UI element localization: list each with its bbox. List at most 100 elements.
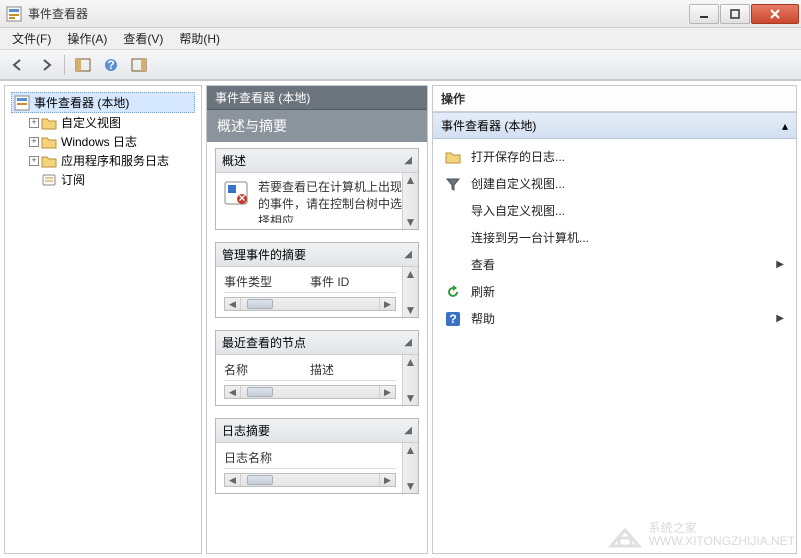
col-log-name[interactable]: 日志名称 [224,449,396,466]
admin-summary-header[interactable]: 管理事件的摘要 ◢ [216,243,418,267]
minimize-button[interactable] [689,4,719,24]
maximize-button[interactable] [720,4,750,24]
expand-icon[interactable]: + [29,156,39,166]
group-label: 最近查看的节点 [222,334,306,351]
vertical-scrollbar[interactable]: ▲▼ [402,443,418,493]
col-name[interactable]: 名称 [224,361,310,378]
action-label: 连接到另一台计算机... [471,229,589,246]
center-title: 概述与摘要 [207,110,427,142]
admin-summary-body: 事件类型 事件 ID ◀▶ ▲▼ [216,267,418,317]
tree-node-root[interactable]: 事件查看器 (本地) [11,92,195,113]
log-summary-body: 日志名称 ◀▶ ▲▼ [216,443,418,493]
group-label: 概述 [222,152,246,169]
nav-forward-button[interactable] [34,53,58,77]
action-label: 打开保存的日志... [471,148,565,165]
vertical-scrollbar[interactable]: ▲▼ [402,267,418,317]
action-import-custom-view[interactable]: 导入自定义视图... [433,197,796,224]
help-icon: ? [445,311,461,327]
menu-help[interactable]: 帮助(H) [171,28,228,49]
actions-section-label: 事件查看器 (本地) [441,117,536,134]
log-columns: 日志名称 [224,449,396,469]
action-refresh[interactable]: 刷新 [433,278,796,305]
admin-summary-group: 管理事件的摘要 ◢ 事件类型 事件 ID ◀▶ ▲▼ [215,242,419,318]
expand-icon[interactable]: + [29,118,39,128]
menu-action[interactable]: 操作(A) [59,28,115,49]
recent-nodes-group: 最近查看的节点 ◢ 名称 描述 ◀▶ ▲▼ [215,330,419,406]
vertical-scrollbar[interactable]: ▲▼ [402,173,418,229]
tree-root: 事件查看器 (本地) + 自定义视图 + Windows 日志 + 应用程序和服… [9,90,197,191]
group-label: 日志摘要 [222,422,270,439]
overview-group: 概述 ◢ × 若要查看已在计算机上出现的事件，请在控制台树中选择相应 ▲▼ [215,148,419,230]
close-button[interactable] [751,4,799,24]
expand-icon[interactable]: + [29,137,39,147]
tree-children: + 自定义视图 + Windows 日志 + 应用程序和服务日志 [27,113,195,189]
overview-body: × 若要查看已在计算机上出现的事件，请在控制台树中选择相应 ▲▼ [216,173,418,229]
action-label: 刷新 [471,283,495,300]
col-description[interactable]: 描述 [310,361,396,378]
group-label: 管理事件的摘要 [222,246,306,263]
tree-node-label: 事件查看器 (本地) [34,94,129,111]
window-controls [689,4,799,24]
nav-back-button[interactable] [6,53,30,77]
tree-node-app-service-logs[interactable]: + 应用程序和服务日志 [27,151,195,170]
action-create-custom-view[interactable]: 创建自定义视图... [433,170,796,197]
tree-node-label: Windows 日志 [61,133,137,150]
actions-section-header[interactable]: 事件查看器 (本地) ▴ [433,112,796,139]
menu-bar: 文件(F) 操作(A) 查看(V) 帮助(H) [0,28,801,50]
collapse-icon: ◢ [404,425,412,436]
filter-icon [445,176,461,192]
svg-text:?: ? [449,312,456,326]
svg-text:×: × [238,191,245,205]
tree-node-subscriptions[interactable]: 订阅 [27,170,195,189]
folder-icon [41,134,57,150]
collapse-icon: ▴ [782,119,788,133]
subscription-icon [41,172,57,188]
event-viewer-icon [14,95,30,111]
recent-nodes-body: 名称 描述 ◀▶ ▲▼ [216,355,418,405]
overview-text: 若要查看已在计算机上出现的事件，请在控制台树中选择相应 [258,179,412,223]
action-label: 创建自定义视图... [471,175,565,192]
overview-header[interactable]: 概述 ◢ [216,149,418,173]
menu-view[interactable]: 查看(V) [115,28,171,49]
show-hide-tree-button[interactable] [71,53,95,77]
tree-node-label: 订阅 [61,171,85,188]
collapse-icon: ◢ [404,337,412,348]
window-title: 事件查看器 [28,5,689,22]
action-open-saved-log[interactable]: 打开保存的日志... [433,143,796,170]
collapse-icon: ◢ [404,155,412,166]
app-icon [6,6,22,22]
menu-file[interactable]: 文件(F) [4,28,59,49]
col-event-type[interactable]: 事件类型 [224,273,310,290]
tree-pane: 事件查看器 (本地) + 自定义视图 + Windows 日志 + 应用程序和服… [4,85,202,554]
overview-icon: × [222,179,250,207]
horizontal-scrollbar[interactable]: ◀▶ [224,297,396,311]
show-hide-action-button[interactable] [127,53,151,77]
vertical-scrollbar[interactable]: ▲▼ [402,355,418,405]
action-connect-computer[interactable]: 连接到另一台计算机... [433,224,796,251]
recent-nodes-header[interactable]: 最近查看的节点 ◢ [216,331,418,355]
submenu-arrow-icon: ▶ [776,259,784,270]
center-header: 事件查看器 (本地) [207,86,427,110]
col-event-id[interactable]: 事件 ID [310,273,396,290]
action-view-submenu[interactable]: 查看 ▶ [433,251,796,278]
toolbar-separator [64,55,65,75]
action-help[interactable]: ? 帮助 ▶ [433,305,796,332]
help-button[interactable]: ? [99,53,123,77]
tree-node-custom-views[interactable]: + 自定义视图 [27,113,195,132]
tree-node-label: 自定义视图 [61,114,121,131]
tree-node-windows-logs[interactable]: + Windows 日志 [27,132,195,151]
actions-pane-title: 操作 [433,86,796,112]
horizontal-scrollbar[interactable]: ◀▶ [224,473,396,487]
log-summary-header[interactable]: 日志摘要 ◢ [216,419,418,443]
refresh-icon [445,284,461,300]
center-pane: 事件查看器 (本地) 概述与摘要 概述 ◢ × 若要查看已在计算机上出现的事件，… [206,85,428,554]
collapse-icon: ◢ [404,249,412,260]
action-label: 导入自定义视图... [471,202,565,219]
action-label: 查看 [471,256,495,273]
log-summary-group: 日志摘要 ◢ 日志名称 ◀▶ ▲▼ [215,418,419,494]
title-bar: 事件查看器 [0,0,801,28]
open-folder-icon [445,149,461,165]
submenu-arrow-icon: ▶ [776,313,784,324]
horizontal-scrollbar[interactable]: ◀▶ [224,385,396,399]
workspace: 事件查看器 (本地) + 自定义视图 + Windows 日志 + 应用程序和服… [0,80,801,558]
